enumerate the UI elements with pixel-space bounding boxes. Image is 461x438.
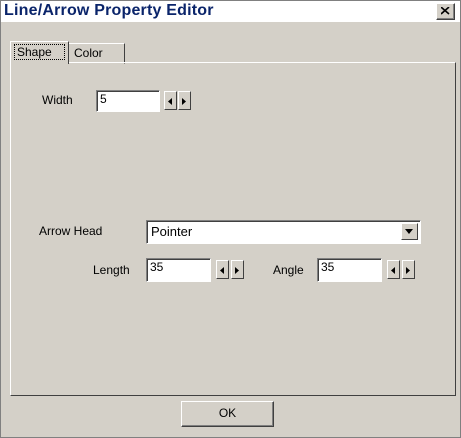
arrow-right-icon [406, 267, 410, 274]
arrow-head-value: Pointer [151, 224, 193, 239]
chevron-down-icon [405, 229, 413, 234]
arrow-left-icon [168, 98, 172, 105]
width-decrement-button[interactable] [164, 91, 177, 110]
title-bar[interactable]: Line/Arrow Property Editor [1, 1, 460, 22]
length-label: Length [93, 263, 130, 277]
tab-color-label: Color [74, 46, 103, 60]
property-editor-dialog: Line/Arrow Property Editor Shape Color W… [0, 0, 461, 438]
length-input[interactable]: 35 [146, 258, 211, 282]
arrow-head-dropdown-button[interactable] [401, 223, 418, 240]
tab-color[interactable]: Color [68, 43, 125, 64]
arrow-right-icon [235, 267, 239, 274]
arrow-right-icon [182, 98, 186, 105]
close-button[interactable] [436, 3, 455, 20]
angle-decrement-button[interactable] [387, 260, 400, 279]
arrow-left-icon [391, 267, 395, 274]
ok-button[interactable]: OK [181, 401, 274, 427]
arrow-head-label: Arrow Head [39, 224, 103, 238]
width-increment-button[interactable] [178, 91, 191, 110]
angle-increment-button[interactable] [402, 260, 415, 279]
arrow-head-select[interactable]: Pointer [146, 220, 421, 244]
angle-label: Angle [273, 263, 304, 277]
angle-input[interactable]: 35 [317, 258, 382, 282]
tab-shape-label: Shape [17, 45, 52, 59]
close-icon [441, 7, 450, 15]
tab-shape[interactable]: Shape [10, 41, 69, 64]
length-increment-button[interactable] [231, 260, 244, 279]
arrow-left-icon [220, 267, 224, 274]
window-title: Line/Arrow Property Editor [4, 2, 214, 19]
width-input[interactable]: 5 [96, 90, 160, 112]
tab-panel-shape: Width 5 Arrow Head Pointer Length 35 Ang… [10, 62, 456, 396]
length-decrement-button[interactable] [216, 260, 229, 279]
width-label: Width [42, 93, 73, 107]
